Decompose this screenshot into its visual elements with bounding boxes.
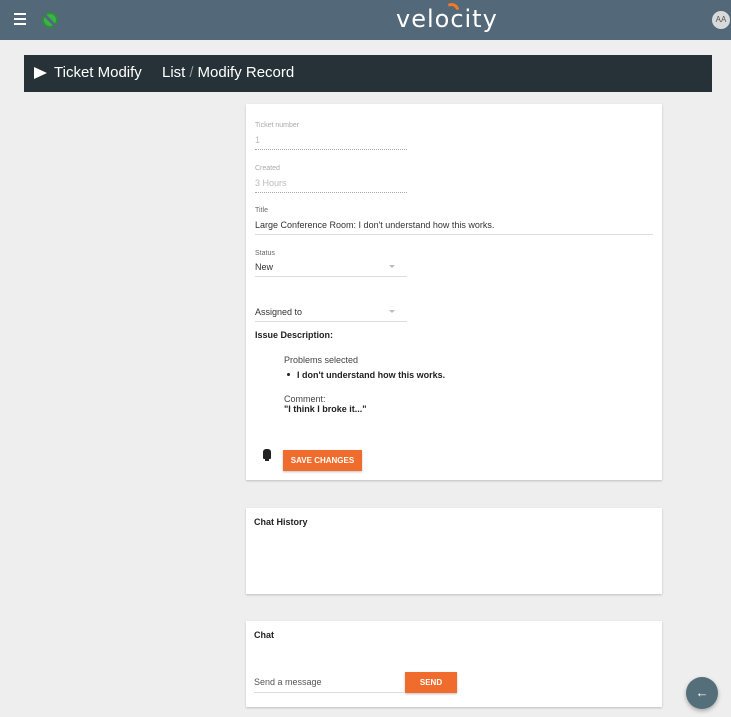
created-label: Created [255,165,280,172]
problem-item: I don't understand how this works. [297,370,446,380]
chat-card: Chat Send a message SEND [246,621,662,707]
bullet [287,373,290,376]
page-title: Ticket Modify [54,64,142,81]
status-value: New [255,262,274,272]
issue-description-label: Issue Description: [255,330,334,340]
chat-history-card: Chat History [246,508,662,594]
page-header: Ticket Modify List / Modify Record [24,55,712,92]
ticket-number-field: 1 [255,135,407,150]
ticket-form-card: Ticket number 1 Created 3 Hours Title La… [246,104,662,480]
assigned-to-placeholder: Assigned to [255,307,303,317]
send-arrow-icon [34,67,47,79]
headset-icon[interactable] [263,449,271,461]
breadcrumb-separator: / [189,64,194,81]
avatar[interactable]: AA [712,11,730,29]
created-field: 3 Hours [255,178,407,193]
title-input[interactable]: Large Conference Room: I don't understan… [255,220,653,235]
chat-history-title: Chat History [254,517,308,527]
breadcrumb: List / Modify Record [162,64,294,81]
breadcrumb-current: Modify Record [197,64,295,81]
back-button[interactable]: ← [686,677,718,709]
title-label: Title [255,207,268,214]
save-changes-button[interactable]: SAVE CHANGES [283,450,362,471]
problems-selected-label: Problems selected [284,355,359,365]
status-disconnected-icon[interactable] [42,12,58,28]
status-select[interactable]: New [255,262,407,277]
comment-label: Comment: [284,394,326,404]
chevron-down-icon [389,265,395,268]
comment-text: "I think I broke it..." [284,404,367,414]
menu-icon[interactable] [14,13,26,25]
assigned-to-select[interactable]: Assigned to [255,307,407,322]
top-bar: velocity AA [0,0,731,40]
ticket-number-label: Ticket number [255,122,300,129]
status-label: Status [255,250,275,257]
velocity-logo: velocity [396,5,498,33]
send-button[interactable]: SEND [405,672,457,693]
breadcrumb-list-link[interactable]: List [162,64,185,81]
chevron-down-icon [389,310,395,313]
chat-title: Chat [254,630,274,640]
arrow-left-icon: ← [695,685,709,700]
chat-message-input[interactable]: Send a message [254,677,404,693]
